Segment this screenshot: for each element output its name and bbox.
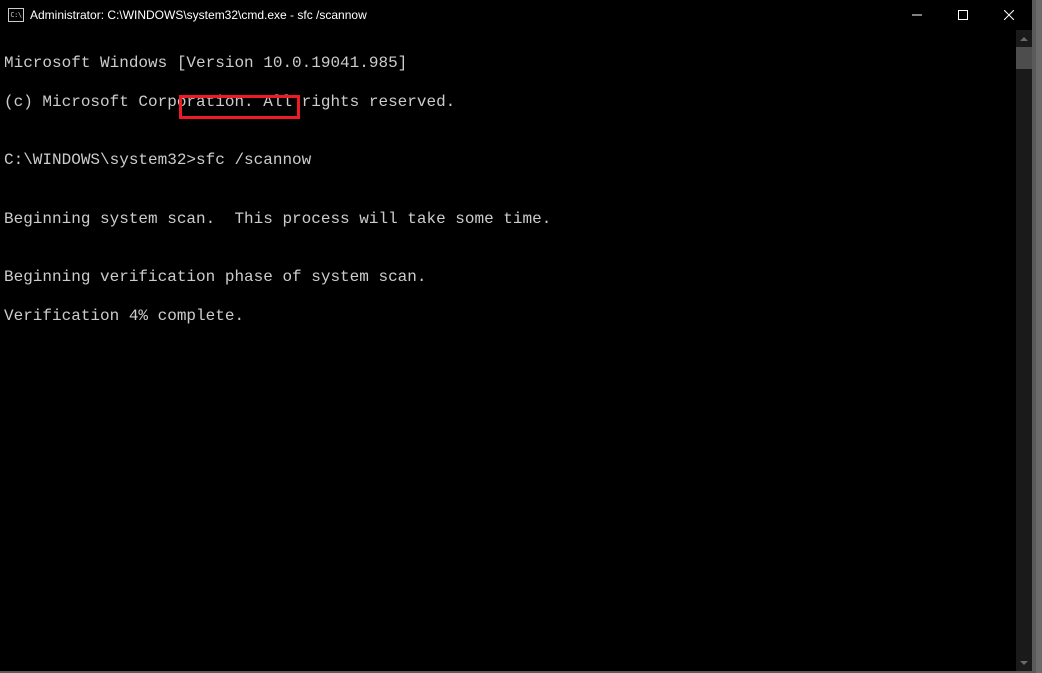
titlebar[interactable]: C:\ Administrator: C:\WINDOWS\system32\c… — [0, 0, 1032, 30]
scroll-down-arrow-icon[interactable] — [1016, 654, 1032, 671]
scroll-up-arrow-icon[interactable] — [1016, 30, 1032, 47]
prompt-text: C:\WINDOWS\system32> — [4, 151, 196, 171]
minimize-button[interactable] — [894, 0, 940, 30]
output-line: Verification 4% complete. — [4, 307, 1016, 327]
output-line: Microsoft Windows [Version 10.0.19041.98… — [4, 54, 1016, 74]
maximize-button[interactable] — [940, 0, 986, 30]
command-text: sfc /scannow — [196, 151, 311, 171]
console-area: Microsoft Windows [Version 10.0.19041.98… — [0, 30, 1032, 671]
vertical-scrollbar[interactable] — [1016, 30, 1032, 671]
output-line: Beginning system scan. This process will… — [4, 210, 1016, 230]
console-output[interactable]: Microsoft Windows [Version 10.0.19041.98… — [0, 30, 1016, 671]
scroll-thumb[interactable] — [1016, 47, 1032, 69]
window-controls — [894, 0, 1032, 30]
scroll-track[interactable] — [1016, 47, 1032, 654]
output-line: Beginning verification phase of system s… — [4, 268, 1016, 288]
window-title: Administrator: C:\WINDOWS\system32\cmd.e… — [30, 8, 894, 22]
output-line: (c) Microsoft Corporation. All rights re… — [4, 93, 1016, 113]
cmd-icon: C:\ — [8, 8, 24, 22]
close-button[interactable] — [986, 0, 1032, 30]
cmd-window: C:\ Administrator: C:\WINDOWS\system32\c… — [0, 0, 1036, 673]
